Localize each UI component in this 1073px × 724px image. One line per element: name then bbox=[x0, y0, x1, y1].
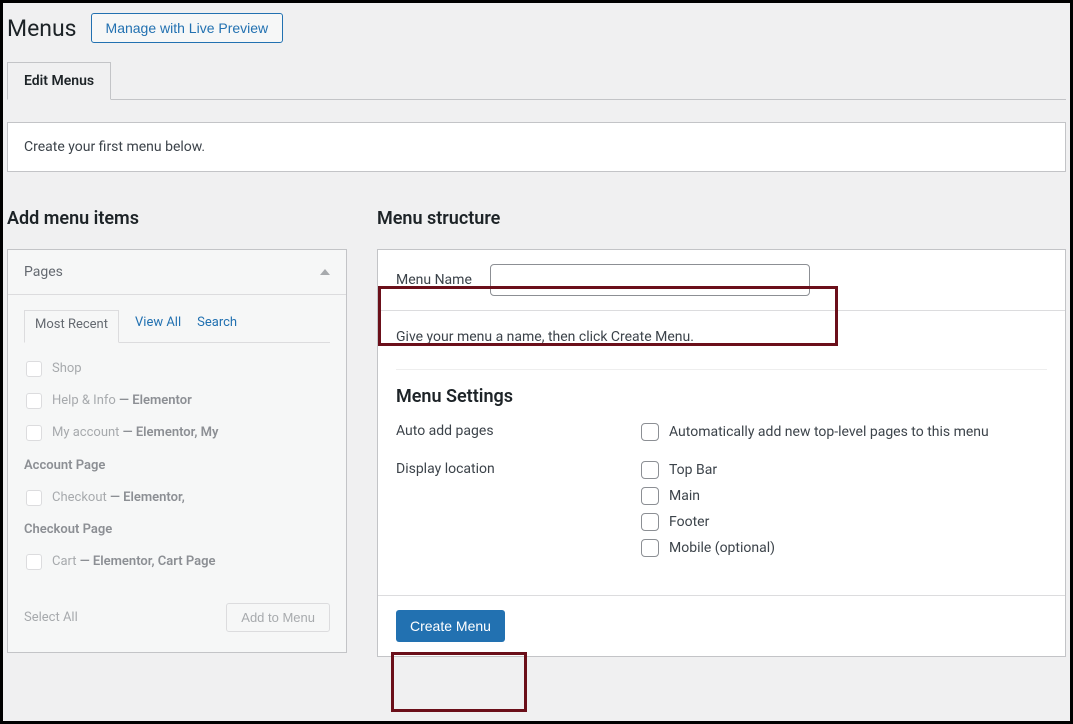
menu-helper-text: Give your menu a name, then click Create… bbox=[396, 329, 1047, 345]
location-checkbox[interactable] bbox=[641, 539, 659, 557]
add-menu-items-heading: Add menu items bbox=[7, 208, 347, 229]
page-title-text: My account bbox=[52, 425, 119, 440]
page-meta-text: — Elementor, Cart Page bbox=[77, 554, 216, 569]
page-title-text: Shop bbox=[52, 361, 82, 376]
location-label: Footer bbox=[669, 514, 709, 530]
page-list[interactable]: ShopHelp & Info — ElementorMy account — … bbox=[24, 353, 330, 585]
page-meta-text: — Elementor bbox=[116, 393, 192, 408]
list-item[interactable]: Cart — Elementor, Cart Page bbox=[24, 546, 330, 578]
menu-structure-heading: Menu structure bbox=[377, 208, 1066, 229]
location-label: Top Bar bbox=[669, 462, 717, 478]
list-item-continuation: Account Page bbox=[24, 450, 330, 482]
inner-tab-view-all[interactable]: View All bbox=[135, 309, 181, 342]
location-label: Main bbox=[669, 488, 700, 504]
auto-add-option-label: Automatically add new top-level pages to… bbox=[669, 424, 989, 440]
menu-name-label: Menu Name bbox=[396, 272, 472, 288]
inner-tab-search[interactable]: Search bbox=[197, 309, 237, 342]
pages-accordion-title: Pages bbox=[24, 264, 63, 280]
auto-add-checkbox[interactable] bbox=[641, 423, 659, 441]
pages-accordion: Pages Most Recent View All Search Shop He… bbox=[7, 249, 347, 653]
page-checkbox[interactable] bbox=[26, 393, 42, 409]
tab-edit-menus[interactable]: Edit Menus bbox=[7, 62, 111, 100]
list-item-continuation: Checkout Page bbox=[24, 514, 330, 546]
location-checkbox[interactable] bbox=[641, 513, 659, 531]
page-title: Menus bbox=[7, 15, 77, 42]
auto-add-pages-label: Auto add pages bbox=[396, 423, 641, 449]
add-to-menu-button[interactable]: Add to Menu bbox=[226, 603, 330, 632]
menu-settings-heading: Menu Settings bbox=[396, 369, 1047, 407]
page-title-text: Checkout bbox=[52, 490, 107, 505]
location-label: Mobile (optional) bbox=[669, 540, 775, 556]
page-title-text: Help & Info bbox=[52, 393, 116, 408]
inner-tab-most-recent[interactable]: Most Recent bbox=[24, 310, 119, 343]
page-checkbox[interactable] bbox=[26, 425, 42, 441]
page-meta-text: — Elementor, My bbox=[119, 425, 218, 440]
live-preview-button[interactable]: Manage with Live Preview bbox=[91, 13, 284, 43]
highlight-create-menu bbox=[391, 652, 527, 712]
display-location-label: Display location bbox=[396, 461, 641, 565]
pages-accordion-toggle[interactable]: Pages bbox=[8, 250, 346, 295]
notice-first-menu: Create your first menu below. bbox=[7, 122, 1066, 172]
list-item[interactable]: Checkout — Elementor, bbox=[24, 482, 330, 514]
page-title-text: Cart bbox=[52, 554, 77, 569]
page-checkbox[interactable] bbox=[26, 361, 42, 377]
page-checkbox[interactable] bbox=[26, 490, 42, 506]
menu-name-input[interactable] bbox=[490, 264, 810, 296]
select-all-link[interactable]: Select All bbox=[24, 610, 78, 625]
location-checkbox[interactable] bbox=[641, 487, 659, 505]
location-checkbox[interactable] bbox=[641, 461, 659, 479]
list-item[interactable]: About — Elementor bbox=[24, 578, 330, 585]
list-item[interactable]: Shop bbox=[24, 353, 330, 385]
create-menu-button[interactable]: Create Menu bbox=[396, 610, 505, 642]
page-meta-text: — Elementor, bbox=[107, 490, 185, 505]
list-item[interactable]: Help & Info — Elementor bbox=[24, 385, 330, 417]
page-checkbox[interactable] bbox=[26, 554, 42, 570]
list-item[interactable]: My account — Elementor, My bbox=[24, 417, 330, 449]
chevron-up-icon bbox=[320, 269, 330, 275]
